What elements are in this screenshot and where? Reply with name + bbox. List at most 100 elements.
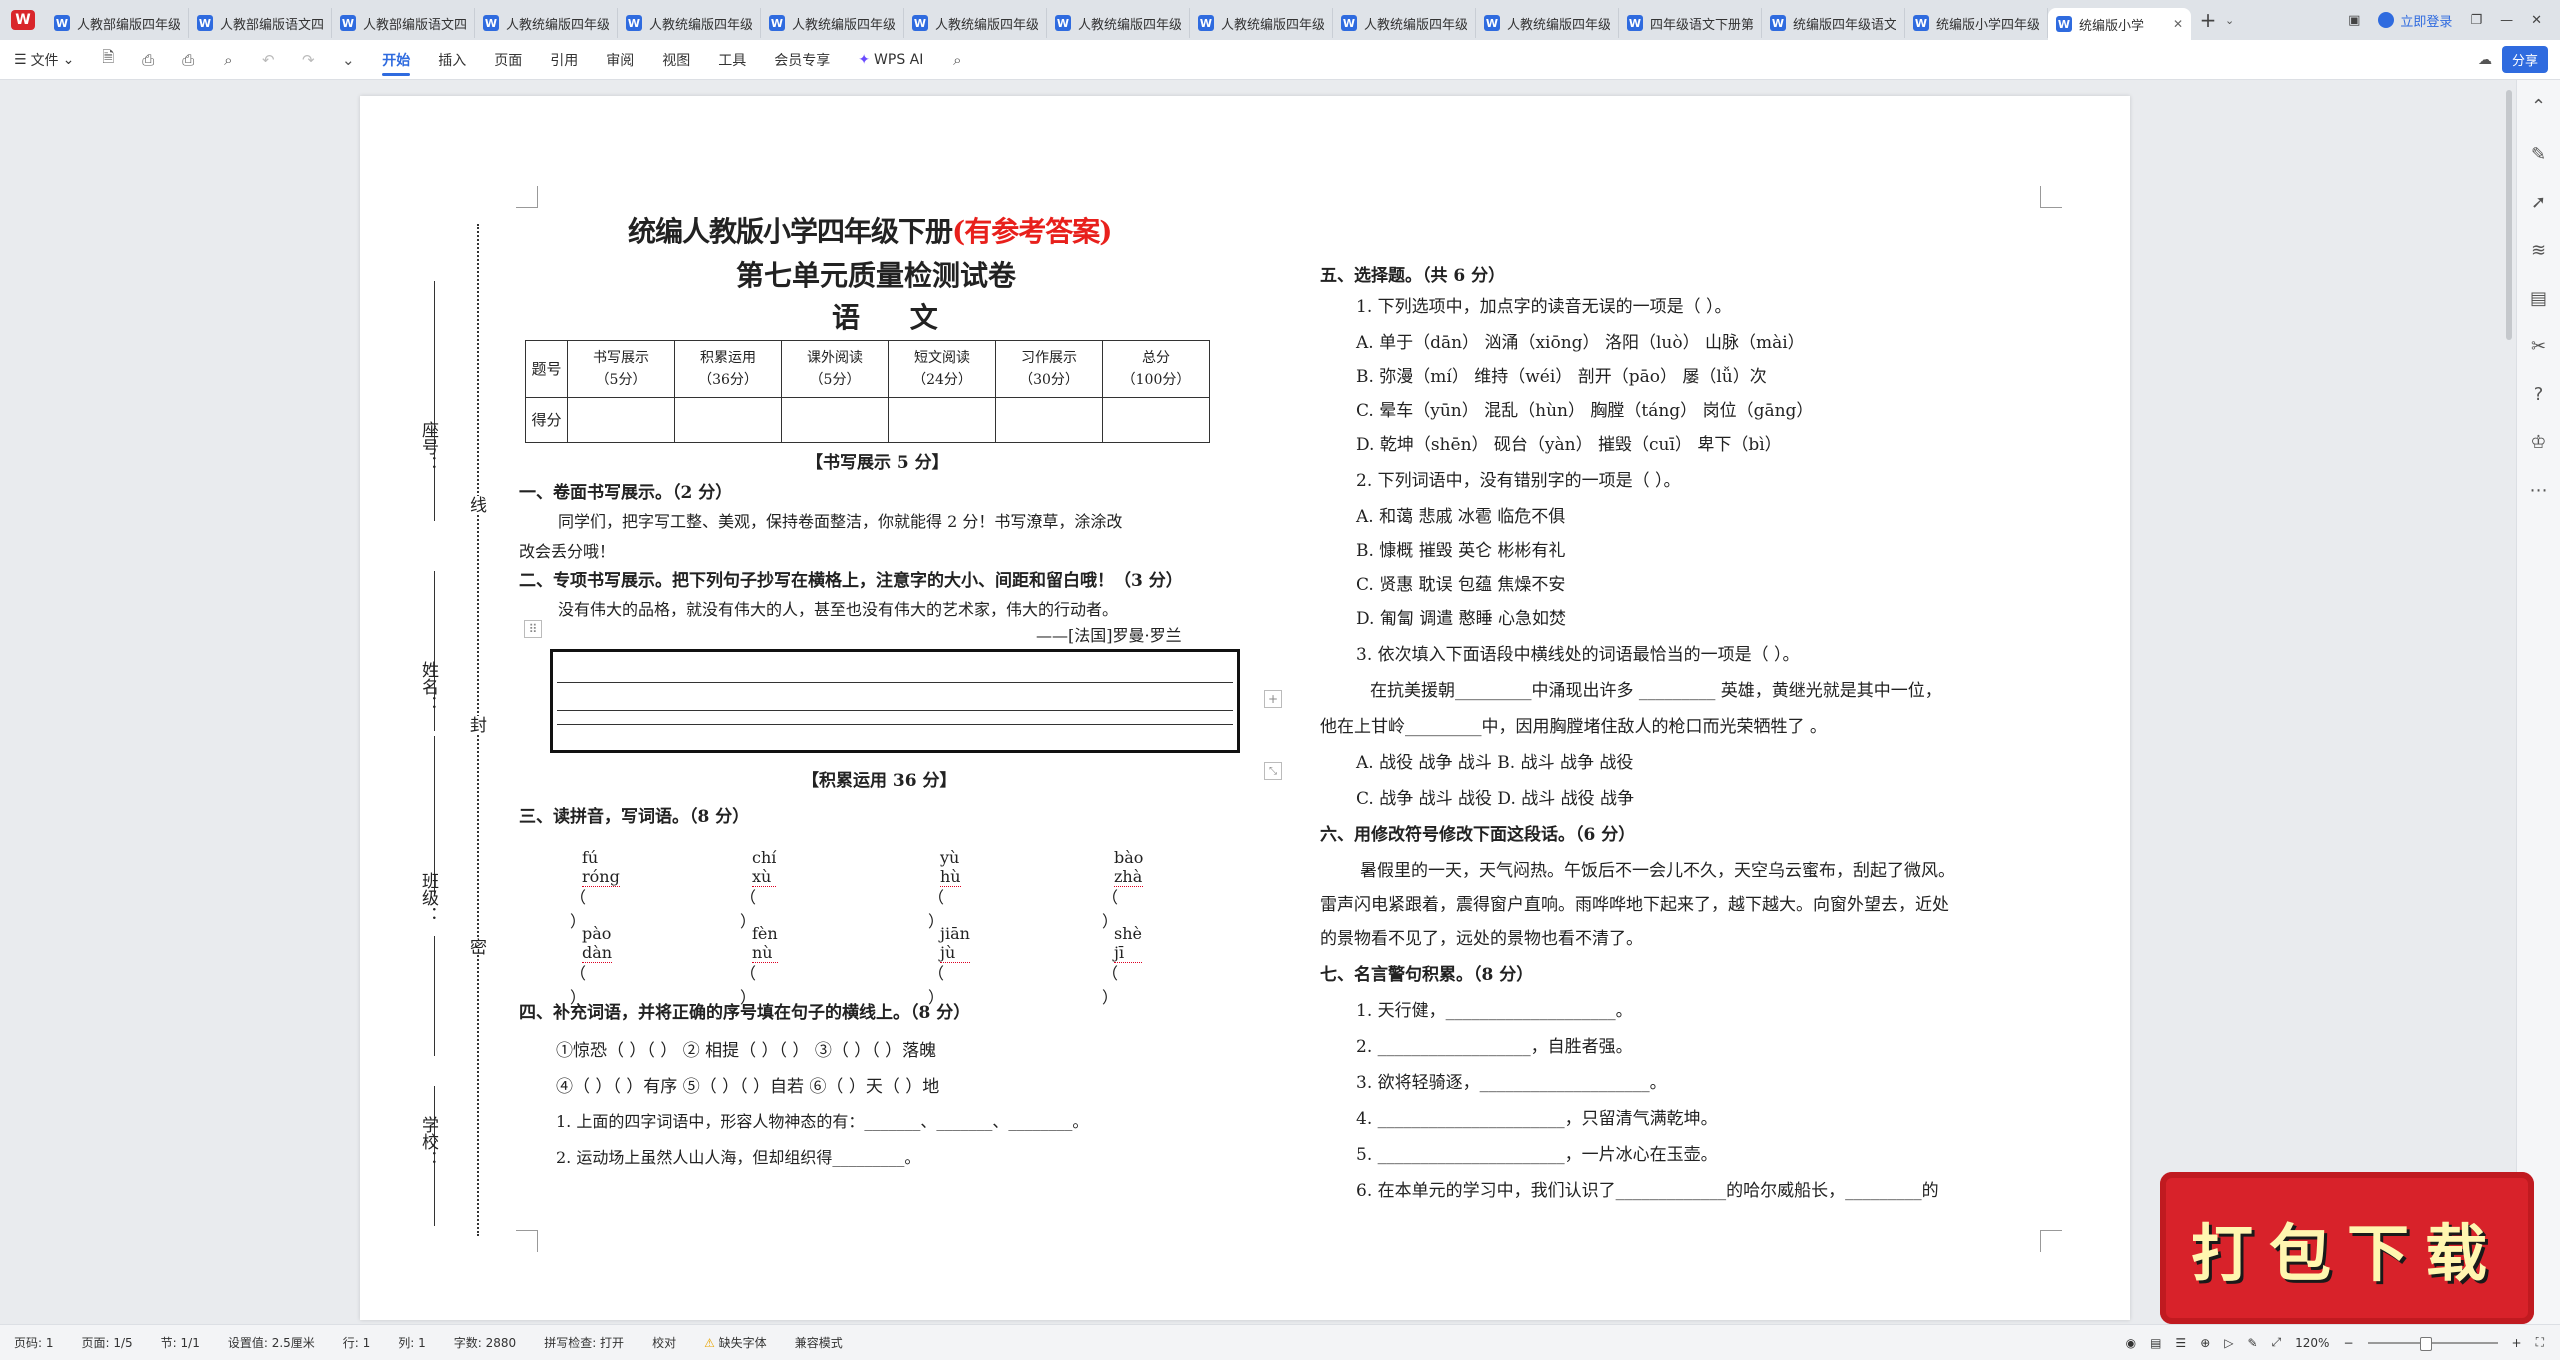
save-icon[interactable]: 🗎	[88, 40, 128, 80]
writing-line	[557, 682, 1233, 683]
wps-ai-icon: ✦	[858, 51, 871, 68]
collapse-icon[interactable]: ⌃	[2525, 92, 2553, 120]
document-page[interactable]: 座号： 姓名： 班级： 学校： 线 封 密 统编人教版小学四年级下册(有参考答案…	[360, 96, 2130, 1320]
web-view-icon[interactable]: ⊕	[2200, 1336, 2210, 1350]
minimize-icon[interactable]: —	[2500, 13, 2513, 28]
page-number[interactable]: 页码: 1	[0, 1334, 68, 1351]
tab-title: 人教统编版四年级	[649, 17, 752, 33]
layout-icon[interactable]: ▤	[2525, 284, 2553, 312]
ribbon-tab-7[interactable]: 会员专享	[760, 40, 844, 80]
section1-text: 同学们，把字写工整、美观，保持卷面整洁，你就能得 2 分！书写潦草，涂涂改	[558, 512, 1123, 531]
new-tab-plus-icon[interactable]: +	[2191, 8, 2225, 32]
spell-check[interactable]: 拼写检查: 打开	[530, 1334, 638, 1351]
ribbon-tab-3[interactable]: 引用	[536, 40, 592, 80]
word-count[interactable]: 字数: 2880	[440, 1334, 530, 1351]
cloud-sync-icon[interactable]: ☁	[2478, 52, 2492, 68]
zoom-level[interactable]: 120%	[2295, 1336, 2329, 1350]
ribbon-tab-6[interactable]: 工具	[704, 40, 760, 80]
more-icon[interactable]: ⋯	[2525, 476, 2553, 504]
wps-ai-button[interactable]: ✦ WPS AI	[844, 40, 937, 80]
score-input-cell[interactable]	[674, 397, 782, 443]
zoom-slider[interactable]	[2367, 1336, 2498, 1351]
missing-font-warning[interactable]: ⚠ 缺失字体	[690, 1334, 781, 1351]
tab-dropdown-icon[interactable]: ⌄	[2225, 14, 2234, 27]
score-input-cell[interactable]	[995, 397, 1103, 443]
score-input-cell[interactable]	[1102, 397, 1210, 443]
read-mode-icon[interactable]: ✎	[2247, 1336, 2257, 1350]
doc-tab[interactable]: W 统编版小学 ✕	[2048, 8, 2191, 40]
proofread-button[interactable]: 校对	[638, 1334, 690, 1351]
copy-writing-box[interactable]	[550, 649, 1240, 753]
help-icon[interactable]: ?	[2525, 380, 2553, 408]
file-menu[interactable]: ☰ 文件 ⌄	[0, 40, 88, 80]
resize-handle-icon[interactable]: ⤡	[1264, 762, 1282, 780]
search-icon[interactable]: ⌕	[937, 40, 977, 80]
table-drag-handle[interactable]: ⠿	[524, 620, 542, 638]
export-pdf-icon[interactable]: ⎙	[128, 40, 168, 80]
score-input-cell[interactable]	[781, 397, 889, 443]
doc-tab[interactable]: W 人教统编版四年级	[475, 8, 618, 38]
score-input-cell[interactable]	[888, 397, 996, 443]
doc-tab[interactable]: W 人教统编版四年级	[1190, 8, 1333, 38]
score-input-cell[interactable]	[567, 397, 675, 443]
ribbon-tab-0[interactable]: 开始	[368, 40, 424, 80]
ribbon-tab-5[interactable]: 视图	[648, 40, 704, 80]
margin-corner	[2040, 186, 2062, 208]
shirt-icon[interactable]: ♔	[2525, 428, 2553, 456]
zoom-out-icon[interactable]: −	[2343, 1336, 2353, 1350]
wps-home-button[interactable]: W	[0, 0, 46, 40]
doc-tab[interactable]: W 人教统编版四年级	[761, 8, 904, 38]
page-view-icon[interactable]: ▤	[2150, 1336, 2161, 1350]
redo-icon[interactable]: ↷	[288, 40, 328, 80]
share-button[interactable]: 分享	[2501, 46, 2548, 73]
ribbon-tab-4[interactable]: 审阅	[592, 40, 648, 80]
print-preview-icon[interactable]: ⌕	[208, 40, 248, 80]
close-tab-icon[interactable]: ✕	[2169, 17, 2183, 31]
adjust-icon[interactable]: ≋	[2525, 236, 2553, 264]
page-count[interactable]: 页面: 1/5	[68, 1334, 147, 1351]
print-icon[interactable]: ⎙	[168, 40, 208, 80]
outline-view-icon[interactable]: ☰	[2175, 1336, 2186, 1350]
section6-title: 六、用修改符号修改下面这段话。（6 分）	[1320, 825, 1636, 845]
play-icon[interactable]: ▷	[2224, 1336, 2233, 1350]
doc-tab[interactable]: W 四年级语文下册第	[1619, 8, 1762, 38]
answer-parentheses[interactable]: （ ）	[1102, 960, 1118, 1008]
section5-q1-option: D. 乾坤（shēn） 砚台（yàn） 摧毁（cuī） 卑下（bì）	[1356, 435, 1782, 455]
eye-protection-icon[interactable]: ◉	[2126, 1336, 2136, 1350]
doc-tab[interactable]: W 人教部编版四年级	[46, 8, 189, 38]
doc-tab[interactable]: W 人教统编版四年级	[1476, 8, 1619, 38]
more-chevron-icon[interactable]: ⌄	[328, 40, 368, 80]
restore-window-icon[interactable]: ❐	[2470, 13, 2482, 28]
score-table: 题号 书写展示 （5分） 积累运用 （36分） 课外阅读 （5分） 短文阅读 （24分）…	[525, 340, 1210, 443]
zoom-in-icon[interactable]: +	[2512, 1336, 2522, 1350]
window-layout-icon[interactable]: ▣	[2348, 13, 2360, 28]
compat-mode[interactable]: 兼容模式	[781, 1334, 857, 1351]
ribbon-tab-2[interactable]: 页面	[480, 40, 536, 80]
word-doc-icon: W	[1770, 15, 1786, 31]
doc-tab[interactable]: W 人教部编版语文四	[332, 8, 475, 38]
vertical-scrollbar[interactable]	[2506, 90, 2512, 340]
col-indicator[interactable]: 列: 1	[384, 1334, 440, 1351]
setting-value[interactable]: 设置值: 2.5厘米	[214, 1334, 329, 1351]
row-indicator[interactable]: 行: 1	[329, 1334, 385, 1351]
doc-tab[interactable]: W 统编版小学四年级	[1905, 8, 2048, 38]
fullscreen-icon[interactable]: ⛶	[2536, 1335, 2544, 1350]
fit-page-icon[interactable]: ⤢	[2272, 1335, 2282, 1350]
close-window-icon[interactable]: ✕	[2531, 13, 2542, 28]
pen-icon[interactable]: ✎	[2525, 140, 2553, 168]
download-promo-badge[interactable]: 打包下载	[2160, 1172, 2534, 1324]
doc-tab[interactable]: W 人教统编版四年级	[618, 8, 761, 38]
undo-icon[interactable]: ↶	[248, 40, 288, 80]
doc-tab[interactable]: W 人教统编版四年级	[904, 8, 1047, 38]
select-icon[interactable]: ➚	[2525, 188, 2553, 216]
login-button[interactable]: 立即登录	[2378, 11, 2452, 30]
ribbon-tab-1[interactable]: 插入	[424, 40, 480, 80]
doc-tab[interactable]: W 人教统编版四年级	[1047, 8, 1190, 38]
doc-tab[interactable]: W 人教统编版四年级	[1333, 8, 1476, 38]
add-column-icon[interactable]: +	[1264, 690, 1282, 708]
doc-tab[interactable]: W 人教部编版语文四	[189, 8, 332, 38]
doc-tab[interactable]: W 统编版四年级语文	[1762, 8, 1905, 38]
score-row-label: 得分	[525, 397, 568, 443]
section-count[interactable]: 节: 1/1	[147, 1334, 214, 1351]
tools-icon[interactable]: ✂	[2525, 332, 2553, 360]
